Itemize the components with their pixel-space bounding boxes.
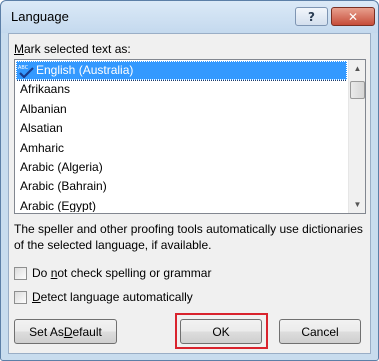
list-item[interactable]: Amharic bbox=[16, 139, 347, 158]
language-listbox[interactable]: ABC English (Australia) Afrikaans Albani… bbox=[14, 59, 366, 214]
scroll-thumb[interactable] bbox=[350, 81, 365, 99]
scroll-up-arrow-icon[interactable]: ▲ bbox=[349, 60, 366, 77]
language-list: ABC English (Australia) Afrikaans Albani… bbox=[16, 61, 347, 212]
close-button[interactable]: ✕ bbox=[331, 7, 375, 26]
label-part: Do bbox=[32, 266, 51, 280]
no-spellcheck-option[interactable]: Do not check spelling or grammar bbox=[14, 266, 211, 280]
help-button[interactable]: ? bbox=[295, 7, 328, 26]
list-item[interactable]: Arabic (Bahrain) bbox=[16, 177, 347, 196]
ok-button[interactable]: OK bbox=[180, 319, 262, 344]
button-label-part: efault bbox=[72, 324, 102, 339]
label-part: etect language automatically bbox=[40, 290, 193, 304]
mark-label-text: ark selected text as: bbox=[24, 42, 131, 56]
detect-language-label[interactable]: Detect language automatically bbox=[32, 290, 193, 304]
list-item[interactable]: Arabic (Egypt) bbox=[16, 197, 347, 212]
button-accelerator: D bbox=[63, 324, 73, 339]
list-item[interactable]: Albanian bbox=[16, 100, 347, 119]
detect-language-option[interactable]: Detect language automatically bbox=[14, 290, 193, 304]
spelling-check-icon: ABC bbox=[18, 64, 34, 78]
cancel-button[interactable]: Cancel bbox=[279, 319, 361, 344]
mark-label-accelerator: M bbox=[14, 42, 24, 56]
list-scrollbar[interactable]: ▲ ▼ bbox=[348, 60, 365, 213]
proofing-info-text: The speller and other proofing tools aut… bbox=[14, 222, 363, 252]
window-title: Language bbox=[11, 9, 69, 24]
set-as-default-button[interactable]: Set As Default bbox=[14, 319, 117, 344]
list-item[interactable]: Arabic (Algeria) bbox=[16, 158, 347, 177]
list-item-label: English (Australia) bbox=[36, 63, 134, 77]
detect-language-checkbox[interactable] bbox=[14, 290, 27, 304]
language-dialog: Language ? ✕ Mark selected text as: ABC … bbox=[0, 0, 379, 361]
label-part: ot check spelling or grammar bbox=[57, 266, 212, 280]
list-item-selected[interactable]: ABC English (Australia) bbox=[16, 61, 347, 82]
svg-text:ABC: ABC bbox=[18, 65, 29, 71]
mark-selected-label: Mark selected text as: bbox=[14, 42, 131, 56]
list-item[interactable]: Afrikaans bbox=[16, 80, 347, 99]
title-bar[interactable]: Language ? ✕ bbox=[1, 1, 378, 33]
no-spellcheck-label[interactable]: Do not check spelling or grammar bbox=[32, 266, 211, 280]
label-accelerator: D bbox=[32, 290, 41, 304]
scroll-down-arrow-icon[interactable]: ▼ bbox=[349, 196, 366, 213]
dialog-body: Mark selected text as: ABC English (Aust… bbox=[8, 33, 371, 354]
button-label-part: Set As bbox=[29, 324, 64, 339]
no-spellcheck-checkbox[interactable] bbox=[14, 266, 27, 280]
list-item[interactable]: Alsatian bbox=[16, 119, 347, 138]
